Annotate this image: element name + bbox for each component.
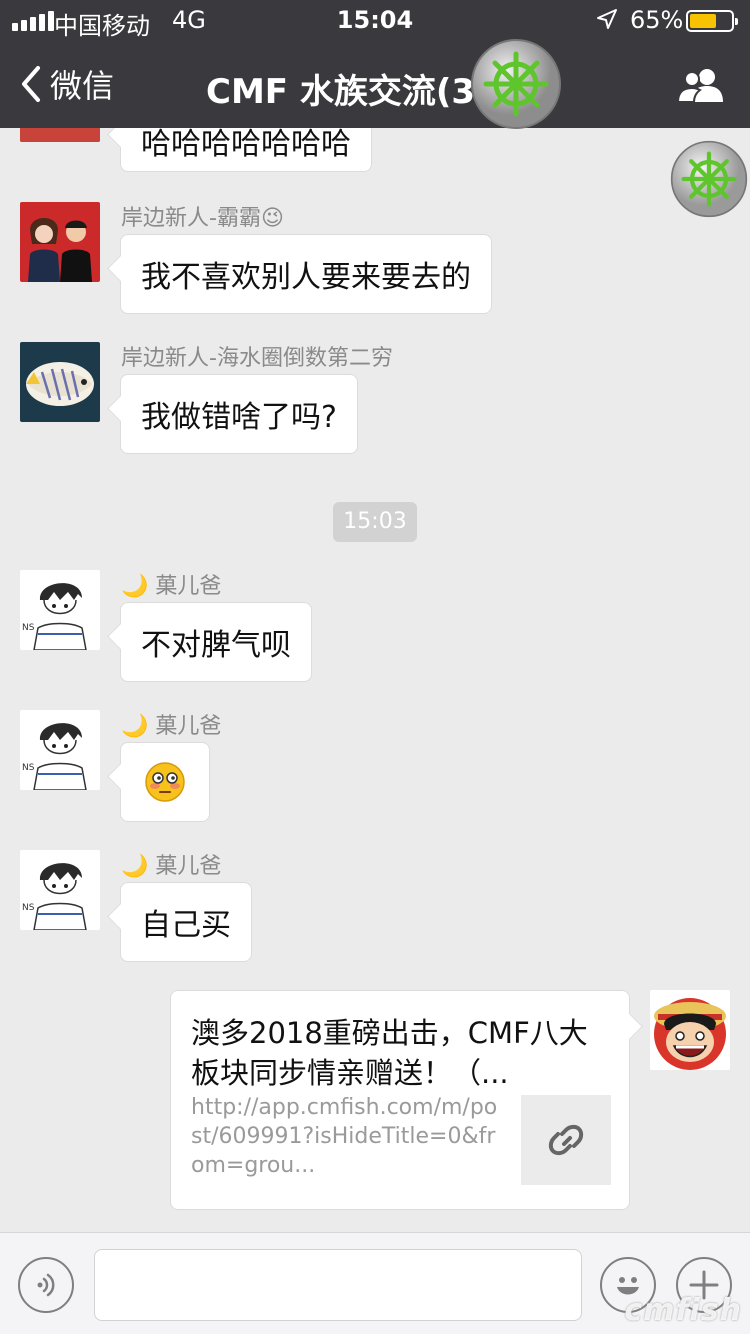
svg-text:NS: NS (22, 903, 35, 913)
back-label: 微信 (50, 67, 115, 105)
status-bar: 中国移动 4G 15:04 65% (0, 0, 750, 40)
back-button[interactable]: 微信 (18, 62, 114, 106)
avatar[interactable] (20, 202, 100, 282)
link-title: 澳多2018重磅出击，CMF八大板块同步情亲赠送！（... (191, 1016, 588, 1090)
voice-icon (37, 1273, 55, 1297)
avatar[interactable] (20, 342, 100, 422)
time-divider: 15:03 (333, 502, 417, 542)
svg-text:NS: NS (22, 763, 35, 773)
top-bar: 中国移动 4G 15:04 65% 微信 CMF 水族交流(3 (0, 0, 750, 128)
link-icon (548, 1124, 584, 1156)
sender-name: 岸边新人-海水圈倒数第二穷 (121, 346, 393, 371)
sender-name: 🌙 菓儿爸 (121, 854, 222, 879)
avatar[interactable]: NS (20, 850, 100, 930)
voice-button[interactable] (18, 1257, 74, 1313)
message-bubble[interactable]: 我做错啥了吗? (120, 374, 358, 454)
sender-name: 🌙 菓儿爸 (121, 574, 222, 599)
chat-area[interactable]: 哈哈哈哈哈哈哈 岸边新人-霸霸😉 我不喜欢别人要来要去的 岸边新人-海水圈倒数第… (0, 128, 750, 1232)
location-arrow-icon (597, 9, 617, 29)
embarrassed-emoji-icon (145, 762, 185, 802)
watermark: cmfish (624, 1293, 742, 1328)
message-input[interactable] (94, 1249, 582, 1321)
ship-wheel-icon (471, 39, 561, 129)
battery-icon (686, 10, 738, 32)
battery-percent: 65% (630, 6, 684, 34)
message-text: 不对脾气呗 (141, 628, 291, 663)
battery-level (690, 14, 716, 28)
svg-text:NS: NS (22, 623, 35, 633)
message-bubble[interactable]: 哈哈哈哈哈哈哈 (120, 128, 372, 172)
message-bubble[interactable]: 我不喜欢别人要来要去的 (120, 234, 492, 314)
avatar[interactable]: NS (20, 570, 100, 650)
message-bubble[interactable] (120, 742, 210, 822)
avatar[interactable] (20, 128, 100, 142)
sender-name: 🌙 菓儿爸 (121, 714, 222, 739)
ship-wheel-icon[interactable] (670, 140, 748, 218)
sender-name: 岸边新人-霸霸😉 (121, 206, 284, 231)
link-thumbnail (521, 1095, 611, 1185)
link-card[interactable]: 澳多2018重磅出击，CMF八大板块同步情亲赠送！（... http://app… (170, 990, 630, 1210)
message-text: 我做错啥了吗? (141, 400, 337, 435)
message-bubble[interactable]: 自己买 (120, 882, 252, 962)
message-bubble[interactable]: 不对脾气呗 (120, 602, 312, 682)
link-url: http://app.cmfish.com/m/post/609991?isHi… (191, 1095, 498, 1178)
chat-title: CMF 水族交流(3 (206, 72, 476, 112)
message-text: 哈哈哈哈哈哈哈 (141, 128, 351, 162)
group-members-icon[interactable] (676, 66, 726, 104)
self-avatar[interactable] (650, 990, 730, 1070)
chevron-left-icon (22, 66, 40, 102)
message-text: 自己买 (141, 908, 231, 943)
input-bar: cmfish (0, 1232, 750, 1334)
message-text: 我不喜欢别人要来要去的 (141, 260, 471, 295)
avatar[interactable]: NS (20, 710, 100, 790)
